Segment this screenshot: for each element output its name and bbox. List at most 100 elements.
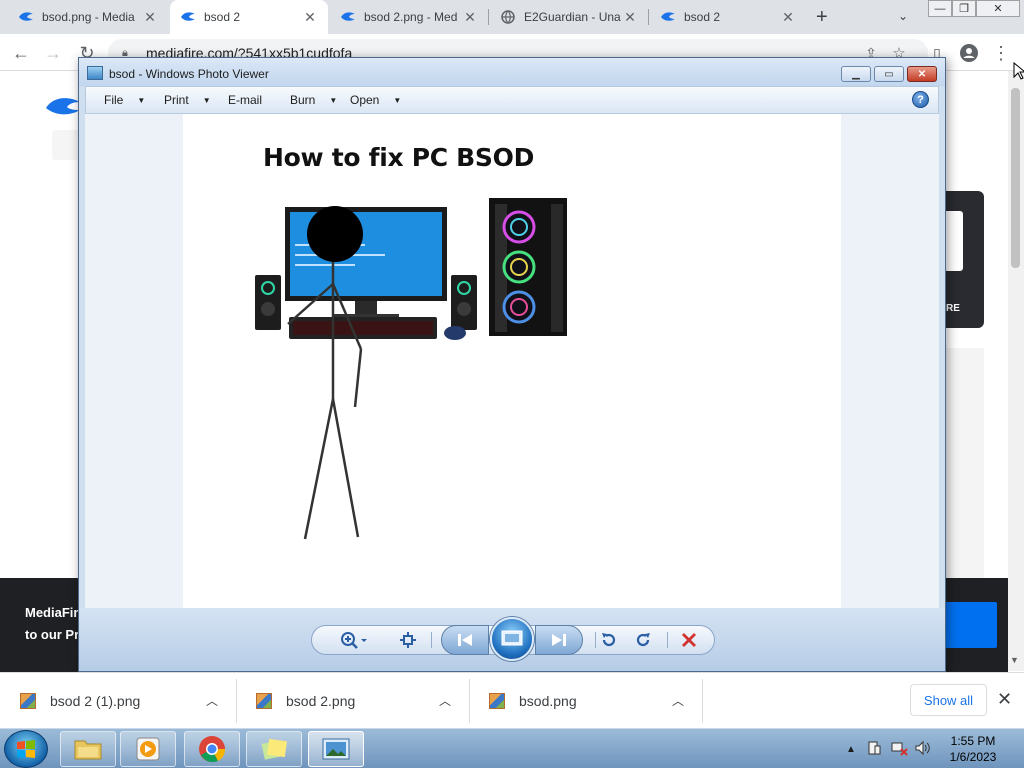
menu-label: Print	[164, 93, 189, 107]
menu-print[interactable]: Print ▼	[164, 93, 211, 107]
photo-viewer-menubar: File ▼ Print ▼ E-mail Burn ▼ Open ▼ ?	[85, 86, 939, 114]
close-icon[interactable]: ✕	[976, 0, 1020, 17]
download-item[interactable]: bsod.png ︿	[469, 673, 702, 729]
tab-title: bsod.png - Media	[42, 10, 135, 24]
windows-logo-icon	[17, 740, 35, 758]
minimize-icon[interactable]: —	[928, 0, 952, 17]
separator	[595, 632, 596, 648]
tab-search-chevron-icon[interactable]: ⌄	[898, 9, 908, 23]
forward-arrow-icon[interactable]: →	[40, 40, 66, 66]
tab-bsod-2-png[interactable]: bsod 2.png - Med ✕	[330, 0, 488, 34]
rotate-clockwise-icon[interactable]	[631, 628, 655, 652]
back-arrow-icon[interactable]: ←	[8, 40, 34, 66]
mediafire-icon	[340, 9, 356, 25]
close-icon[interactable]: ✕	[622, 9, 638, 26]
close-icon[interactable]: ✕	[142, 9, 158, 26]
clock-time: 1:55 PM	[950, 734, 996, 748]
taskbar: ▲ 1:55 PM 1/6/2023	[0, 728, 1024, 768]
close-icon[interactable]: ✕	[907, 66, 937, 82]
photo-viewer-controls	[79, 608, 945, 671]
download-card-field	[943, 211, 963, 271]
profile-avatar-icon[interactable]	[956, 40, 982, 66]
actual-size-icon[interactable]	[396, 628, 420, 652]
rotate-counterclockwise-icon[interactable]	[597, 628, 621, 652]
cookie-accept-button[interactable]	[942, 602, 997, 648]
help-icon[interactable]: ?	[912, 91, 929, 108]
action-center-icon[interactable]	[866, 740, 882, 759]
mediafire-icon	[180, 9, 196, 25]
network-icon[interactable]	[890, 740, 908, 759]
menu-label: Open	[350, 93, 380, 107]
photo-viewer-icon	[87, 66, 103, 80]
chevron-up-icon[interactable]: ︿	[206, 692, 218, 709]
dropdown-arrow-icon: ▼	[329, 95, 338, 105]
menu-label: File	[104, 93, 124, 107]
show-hidden-icons-icon[interactable]: ▲	[846, 744, 856, 755]
scroll-down-arrow-icon[interactable]: ▼	[1010, 655, 1019, 665]
cookie-text: to our Pri	[25, 627, 83, 642]
more-menu-icon[interactable]: ⋮	[988, 40, 1014, 66]
menu-email[interactable]: E-mail	[228, 93, 262, 107]
close-icon[interactable]: ✕	[302, 9, 318, 26]
previous-icon[interactable]	[441, 625, 489, 655]
slideshow-icon[interactable]	[490, 617, 534, 661]
zoom-icon[interactable]	[337, 628, 371, 652]
mediafire-logo-icon[interactable]	[46, 96, 80, 121]
mediafire-icon	[18, 9, 34, 25]
photo-viewer-titlebar[interactable]: bsod - Windows Photo Viewer ▁ ▭ ✕	[79, 58, 945, 86]
menu-open[interactable]: Open ▼	[350, 93, 401, 107]
image-file-icon	[20, 693, 36, 709]
download-filename: bsod.png	[519, 693, 577, 709]
volume-icon[interactable]	[914, 740, 930, 759]
minimize-icon[interactable]: ▁	[841, 66, 871, 82]
window-title: bsod - Windows Photo Viewer	[109, 67, 269, 81]
image-file-icon	[256, 693, 272, 709]
dropdown-arrow-icon: ▼	[393, 95, 402, 105]
taskbar-clock[interactable]: 1:55 PM 1/6/2023	[940, 733, 1006, 765]
photo-image: How to fix PC BSOD	[183, 114, 841, 608]
menu-file[interactable]: File ▼	[104, 93, 145, 107]
tab-bsod-2-b[interactable]: bsod 2 ✕	[650, 0, 806, 34]
next-icon[interactable]	[535, 625, 583, 655]
tab-strip: bsod.png - Media ✕ bsod 2 ✕ bsod 2.png -…	[0, 0, 1024, 34]
close-icon[interactable]: ✕	[997, 689, 1012, 710]
show-all-button[interactable]: Show all	[910, 684, 987, 716]
clock-date: 1/6/2023	[949, 750, 997, 764]
download-item[interactable]: bsod 2.png ︿	[236, 673, 469, 729]
new-tab-icon[interactable]: +	[816, 6, 828, 29]
globe-icon	[500, 9, 516, 25]
dropdown-arrow-icon: ▼	[202, 95, 211, 105]
restore-icon[interactable]: ❐	[952, 0, 976, 17]
media-player-icon[interactable]	[120, 731, 176, 767]
tab-bsod-png[interactable]: bsod.png - Media ✕	[8, 0, 168, 34]
tab-separator	[488, 9, 489, 25]
download-card-label[interactable]: RE	[946, 303, 960, 314]
close-icon[interactable]: ✕	[780, 9, 796, 26]
separator	[702, 679, 703, 723]
start-button[interactable]	[4, 730, 48, 768]
download-filename: bsod 2 (1).png	[50, 693, 141, 709]
menu-burn[interactable]: Burn ▼	[290, 93, 337, 107]
sticky-notes-icon[interactable]	[246, 731, 302, 767]
maximize-icon[interactable]: ▭	[874, 66, 904, 82]
chevron-up-icon[interactable]: ︿	[672, 692, 684, 709]
close-icon[interactable]: ✕	[462, 9, 478, 26]
download-filename: bsod 2.png	[286, 693, 356, 709]
photo-canvas: How to fix PC BSOD	[85, 114, 939, 608]
pc-stickfigure-illustration	[255, 198, 567, 540]
downloads-bar: bsod 2 (1).png ︿ bsod 2.png ︿ bsod.png ︿…	[0, 672, 1024, 728]
tab-e2guardian[interactable]: E2Guardian - Una ✕	[490, 0, 648, 34]
tab-title: bsod 2	[684, 10, 721, 24]
tab-bsod-2-active[interactable]: bsod 2 ✕	[170, 0, 328, 34]
photo-viewer-taskbar-icon[interactable]	[308, 731, 364, 767]
delete-icon[interactable]	[677, 628, 701, 652]
photo-viewer-window: bsod - Windows Photo Viewer ▁ ▭ ✕ File ▼ …	[78, 57, 946, 672]
page-panel	[946, 348, 984, 578]
mediafire-icon	[660, 9, 676, 25]
chevron-up-icon[interactable]: ︿	[439, 692, 451, 709]
scrollbar-thumb[interactable]	[1011, 88, 1020, 268]
chrome-icon[interactable]	[184, 731, 240, 767]
download-item[interactable]: bsod 2 (1).png ︿	[0, 673, 236, 729]
file-explorer-icon[interactable]	[60, 731, 116, 767]
separator	[667, 632, 668, 648]
